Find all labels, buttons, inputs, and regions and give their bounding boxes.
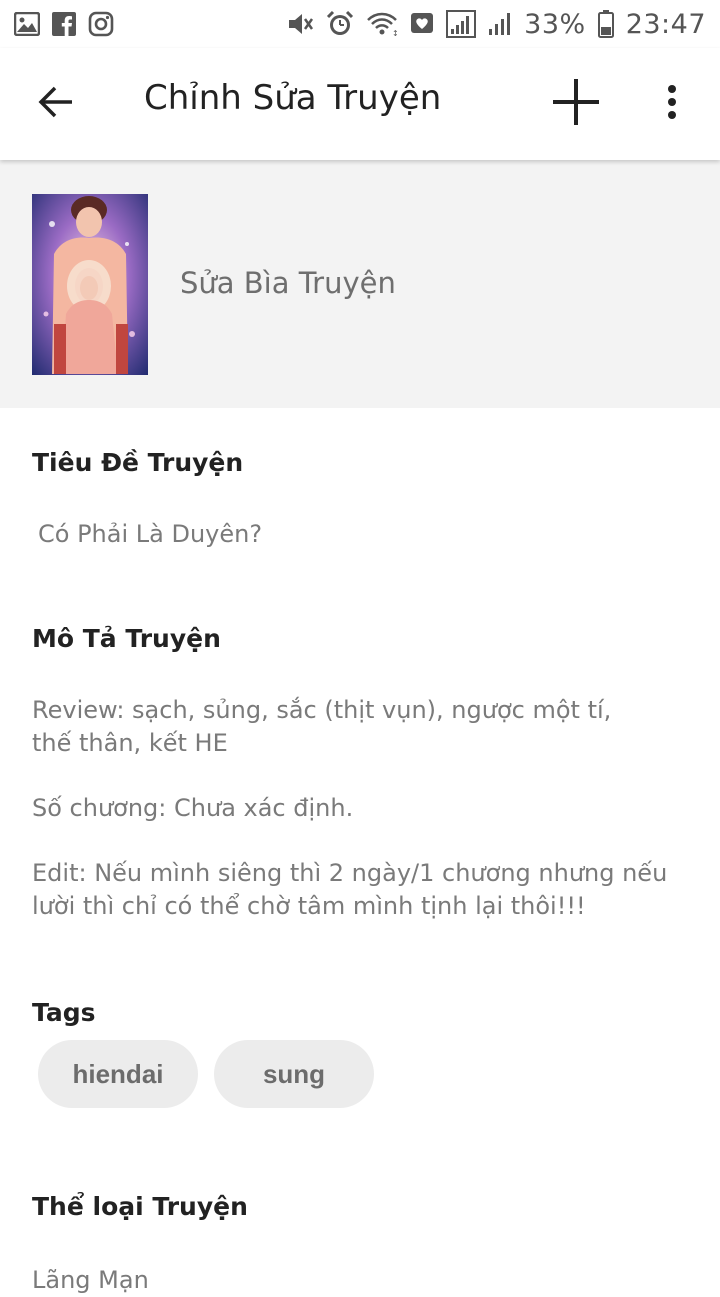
- tags-row: hiendai sung: [38, 1040, 374, 1108]
- wifi-icon: ↕: [366, 11, 398, 37]
- edit-cover-label[interactable]: Sửa Bìa Truyện: [180, 266, 396, 300]
- svg-text:↕: ↕: [392, 29, 398, 37]
- plus-icon: [551, 77, 601, 131]
- title-field[interactable]: Có Phải Là Duyên?: [38, 518, 698, 551]
- tag-chip[interactable]: sung: [214, 1040, 374, 1108]
- cover-image[interactable]: [32, 194, 148, 375]
- clock: 23:47: [625, 8, 706, 40]
- description-line: Review: sạch, sủng, sắc (thịt vụn), ngượ…: [32, 696, 612, 724]
- page-title: Chỉnh Sửa Truyện: [144, 78, 442, 118]
- description-field[interactable]: Review: sạch, sủng, sắc (thịt vụn), ngượ…: [32, 694, 692, 923]
- cover-section: Sửa Bìa Truyện: [0, 160, 720, 408]
- alarm-icon: [326, 10, 354, 38]
- mute-icon: [286, 11, 314, 37]
- signal-icon: [446, 10, 477, 38]
- genre-label: Thể loại Truyện: [32, 1192, 248, 1221]
- battery-icon: [597, 10, 614, 38]
- heart-chat-icon: [410, 12, 434, 36]
- app-bar: Chỉnh Sửa Truyện: [0, 48, 720, 160]
- description-line: Số chương: Chưa xác định.: [32, 794, 354, 822]
- instagram-icon: [88, 11, 114, 37]
- description-line: thế thân, kết HE: [32, 729, 228, 757]
- tags-label: Tags: [32, 998, 96, 1027]
- facebook-icon: [52, 12, 76, 36]
- description-line: lười thì chỉ có thể chờ tâm mình tịnh lạ…: [32, 892, 586, 920]
- title-label: Tiêu Đề Truyện: [32, 448, 244, 477]
- genre-field[interactable]: Lãng Mạn: [32, 1264, 692, 1297]
- back-button[interactable]: [34, 82, 78, 126]
- signal-icon: [488, 11, 512, 37]
- status-bar: ↕ 33% 23:47: [0, 0, 720, 48]
- status-left: [14, 11, 114, 37]
- battery-percent: 33%: [524, 8, 586, 40]
- description-label: Mô Tả Truyện: [32, 624, 221, 653]
- add-button[interactable]: [548, 76, 604, 132]
- more-vertical-icon: [667, 84, 677, 124]
- description-line: Edit: Nếu mình siêng thì 2 ngày/1 chương…: [32, 859, 668, 887]
- arrow-left-icon: [38, 85, 74, 123]
- gallery-icon: [14, 12, 40, 36]
- tag-chip[interactable]: hiendai: [38, 1040, 198, 1108]
- more-options-button[interactable]: [650, 80, 694, 128]
- status-right: ↕ 33% 23:47: [286, 9, 706, 40]
